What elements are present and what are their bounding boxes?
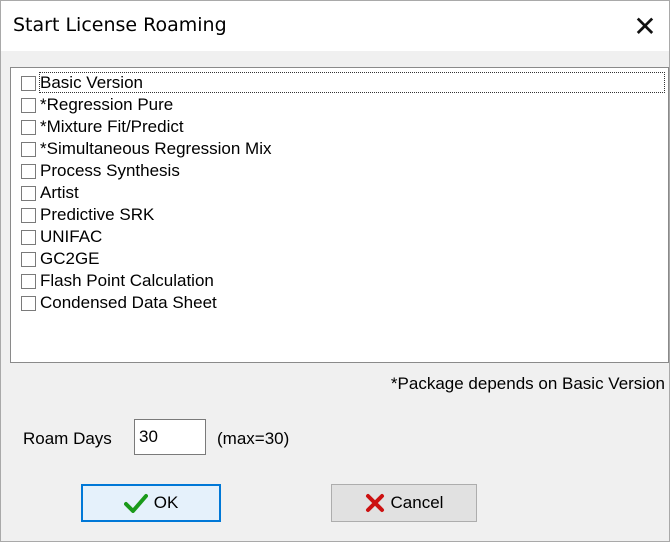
list-item-flash-point-calculation[interactable]: Flash Point Calculation (13, 270, 214, 292)
checkbox[interactable] (21, 251, 36, 267)
list-item-artist[interactable]: Artist (13, 182, 79, 204)
package-list[interactable]: Basic Version *Regression Pure *Mixture … (10, 67, 669, 363)
package-label: Flash Point Calculation (40, 271, 214, 290)
title-bar: Start License Roaming ✕ (1, 1, 669, 51)
list-item-predictive-srk[interactable]: Predictive SRK (13, 204, 154, 226)
ok-label: OK (153, 493, 179, 512)
checkbox[interactable] (21, 295, 36, 311)
checkbox[interactable] (21, 273, 36, 289)
list-item-simultaneous-regression-mix[interactable]: *Simultaneous Regression Mix (13, 138, 272, 160)
checkmark-icon (123, 493, 148, 513)
list-item-unifac[interactable]: UNIFAC (13, 226, 102, 248)
package-label: Condensed Data Sheet (40, 293, 217, 312)
list-item-basic-version[interactable]: Basic Version (13, 72, 666, 94)
list-item-condensed-data-sheet[interactable]: Condensed Data Sheet (13, 292, 217, 314)
checkbox[interactable] (21, 207, 36, 223)
list-item-mixture-fit-predict[interactable]: *Mixture Fit/Predict (13, 116, 184, 138)
checkbox[interactable] (21, 141, 36, 157)
package-label: *Regression Pure (40, 95, 174, 114)
package-label: *Simultaneous Regression Mix (40, 139, 272, 158)
checkbox[interactable] (21, 97, 36, 113)
roam-days-input[interactable] (134, 419, 206, 455)
package-label: *Mixture Fit/Predict (40, 117, 184, 136)
list-item-regression-pure[interactable]: *Regression Pure (13, 94, 173, 116)
checkbox[interactable] (21, 75, 36, 91)
package-label: UNIFAC (40, 227, 103, 246)
cancel-button[interactable]: Cancel (331, 484, 477, 522)
checkbox[interactable] (21, 163, 36, 179)
close-button[interactable]: ✕ (621, 1, 669, 51)
list-item-gc2ge[interactable]: GC2GE (13, 248, 100, 270)
package-label: Artist (40, 183, 79, 202)
checkbox[interactable] (21, 229, 36, 245)
package-label: Basic Version (40, 73, 143, 92)
checkbox[interactable] (21, 185, 36, 201)
dependency-note: *Package depends on Basic Version (390, 374, 665, 393)
license-roaming-dialog: Start License Roaming ✕ Basic Version *R… (0, 0, 670, 542)
close-icon: ✕ (633, 9, 657, 43)
roam-days-label: Roam Days (23, 429, 112, 448)
ok-button[interactable]: OK (81, 484, 221, 522)
package-label: GC2GE (40, 249, 100, 268)
list-item-process-synthesis[interactable]: Process Synthesis (13, 160, 180, 182)
package-label: Predictive SRK (40, 205, 155, 224)
x-mark-icon (365, 493, 385, 513)
cancel-label: Cancel (390, 493, 444, 512)
roam-days-max: (max=30) (217, 429, 290, 448)
checkbox[interactable] (21, 119, 36, 135)
dialog-title: Start License Roaming (13, 14, 227, 36)
package-label: Process Synthesis (40, 161, 180, 180)
